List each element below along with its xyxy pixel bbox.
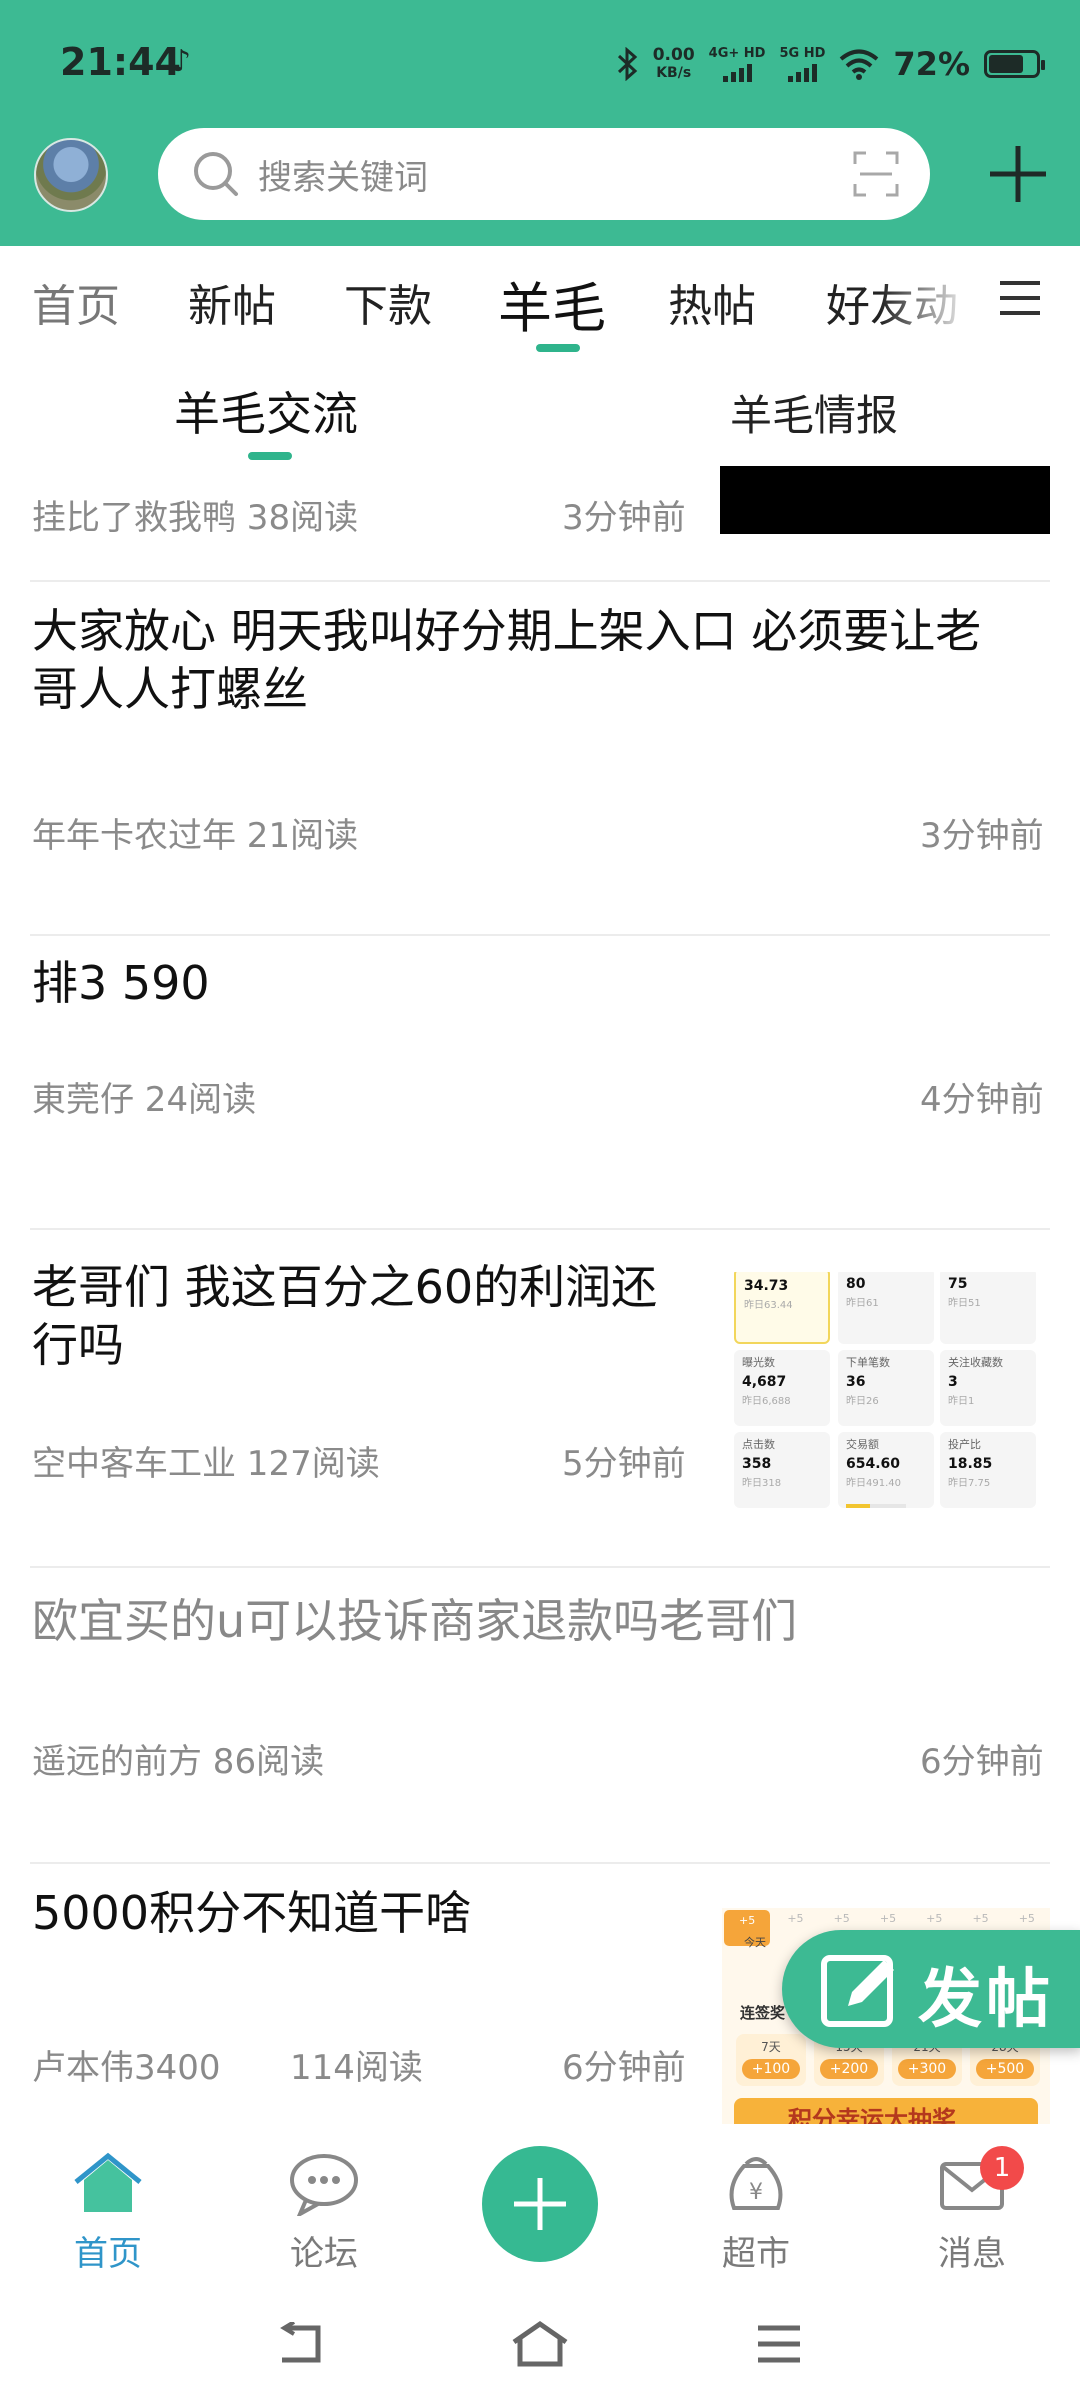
active-tab-indicator <box>536 344 580 352</box>
search-placeholder: 搜索关键词 <box>258 158 428 198</box>
post-thumbnail-dashboard: 34.73 昨日63.44 80 昨日61 75 昨日51 曝光数 4,687 … <box>722 1272 1046 1514</box>
scan-icon[interactable] <box>852 150 900 198</box>
post-title: 5000积分不知道干啥 <box>32 1886 472 1940</box>
stat-cell: 曝光数 4,687 昨日6,688 <box>734 1350 830 1426</box>
active-subtab-indicator <box>248 452 292 460</box>
nav-forum[interactable]: 论坛 <box>244 2152 404 2275</box>
top-header: 21:44 ♪ 0.00 KB/s 4G+ HD 5G HD 72% 搜索关键词 <box>0 0 1080 246</box>
post-title: 欧宜买的u可以投诉商家退款吗老哥们 <box>32 1594 798 1648</box>
post-author-reads: 挂比了救我鸭 38阅读 <box>32 498 359 538</box>
tiktok-notification-icon: ♪ <box>172 44 192 79</box>
post-title: 排3 590 <box>32 956 210 1010</box>
system-nav-bar <box>0 2278 1080 2408</box>
status-icons: 0.00 KB/s 4G+ HD 5G HD 72% <box>617 36 1045 92</box>
signal-sim2-icon: 5G HD <box>779 46 825 82</box>
center-add-button[interactable] <box>482 2146 598 2262</box>
stat-cell: 投产比 18.85 昨日7.75 <box>940 1432 1036 1508</box>
post-author-reads: 東莞仔 24阅读 <box>32 1080 257 1120</box>
battery-percent: 72% <box>893 45 970 83</box>
post-time: 6分钟前 <box>920 1742 1044 1782</box>
new-post-label: 发帖 <box>918 1963 1054 2037</box>
back-icon[interactable] <box>276 2322 324 2366</box>
post-title: 老哥们 我这百分之60的利润还 行吗 <box>32 1260 658 1372</box>
menu-icon[interactable] <box>998 278 1042 318</box>
post-thumbnail <box>720 466 1050 534</box>
stat-cell: 交易额 654.60 昨日491.40 <box>838 1432 934 1508</box>
home-nav-icon[interactable] <box>510 2320 570 2368</box>
tab-hot[interactable]: 热帖 <box>668 270 756 334</box>
divider <box>30 580 1050 582</box>
post-time: 4分钟前 <box>920 1080 1044 1120</box>
stat-cell: 下单笔数 36 昨日26 <box>838 1350 934 1426</box>
post-reads: 114阅读 <box>290 2048 423 2088</box>
post-title: 大家放心 明天我叫好分期上架入口 必须要让老 哥人人打螺丝 <box>32 604 982 716</box>
bluetooth-icon <box>617 47 637 81</box>
new-post-button[interactable]: 发帖 <box>782 1930 1080 2048</box>
subtab-wool-intel[interactable]: 羊毛情报 <box>730 382 898 443</box>
stat-cell: 点击数 358 昨日318 <box>734 1432 830 1508</box>
tab-wool[interactable]: 羊毛 <box>498 264 606 343</box>
signal-sim1-icon: 4G+ HD <box>709 46 765 82</box>
user-avatar[interactable] <box>34 138 108 212</box>
chat-icon <box>290 2154 358 2219</box>
sub-tabs: 羊毛交流 羊毛情报 <box>0 358 1080 466</box>
recent-apps-icon[interactable] <box>756 2324 802 2364</box>
stat-cell: 75 昨日51 <box>940 1272 1036 1344</box>
thumb-scroll-indicator <box>846 1504 906 1508</box>
divider <box>30 934 1050 936</box>
edit-icon <box>821 1955 894 2027</box>
divider <box>30 1228 1050 1230</box>
post-time: 3分钟前 <box>920 816 1044 856</box>
home-icon <box>74 2152 142 2212</box>
post-time: 6分钟前 <box>562 2048 686 2088</box>
net-speed: 0.00 KB/s <box>652 45 695 81</box>
post-author-reads: 年年卡农过年 21阅读 <box>32 816 359 856</box>
stat-cell: 80 昨日61 <box>838 1272 934 1344</box>
app-screen: 21:44 ♪ 0.00 KB/s 4G+ HD 5G HD 72% 搜索关键词… <box>0 0 1080 2408</box>
nav-messages[interactable]: 消息 <box>892 2152 1052 2275</box>
money-bag-icon: ¥ <box>729 2157 783 2210</box>
search-bar[interactable]: 搜索关键词 <box>158 128 930 220</box>
post-author-reads: 空中客车工业 127阅读 <box>32 1444 380 1484</box>
divider <box>30 1566 1050 1568</box>
plus-icon <box>514 2178 566 2230</box>
tab-new[interactable]: 新帖 <box>188 270 276 334</box>
tab-home[interactable]: 首页 <box>32 270 120 334</box>
battery-icon <box>984 50 1045 78</box>
wifi-icon <box>840 49 879 80</box>
tab-loan[interactable]: 下款 <box>344 270 432 334</box>
status-bar: 21:44 ♪ 0.00 KB/s 4G+ HD 5G HD 72% <box>0 0 1080 126</box>
post-feed: 挂比了救我鸭 38阅读 3分钟前 大家放心 明天我叫好分期上架入口 必须要让老 … <box>0 466 1080 2124</box>
add-icon[interactable] <box>988 144 1048 204</box>
message-badge: 1 <box>980 2146 1024 2190</box>
divider <box>30 1862 1050 1864</box>
main-tabs: 首页 新帖 下款 羊毛 热帖 好友动 <box>0 246 1080 358</box>
tabs-fade <box>880 246 990 346</box>
post-time: 5分钟前 <box>562 1444 686 1484</box>
nav-home[interactable]: 首页 <box>28 2152 188 2275</box>
stat-cell: 关注收藏数 3 昨日1 <box>940 1350 1036 1426</box>
svg-text:¥: ¥ <box>749 2180 763 2205</box>
post-author-reads: 遥远的前方 86阅读 <box>32 1742 325 1782</box>
subtab-wool-exchange[interactable]: 羊毛交流 <box>174 378 358 444</box>
stat-cell: 34.73 昨日63.44 <box>734 1272 830 1344</box>
post-author-reads: 卢本伟3400 <box>32 2048 221 2088</box>
nav-market[interactable]: ¥ 超市 <box>676 2152 836 2275</box>
post-time: 3分钟前 <box>562 498 686 538</box>
search-icon <box>194 152 238 196</box>
status-time: 21:44 <box>60 40 181 84</box>
